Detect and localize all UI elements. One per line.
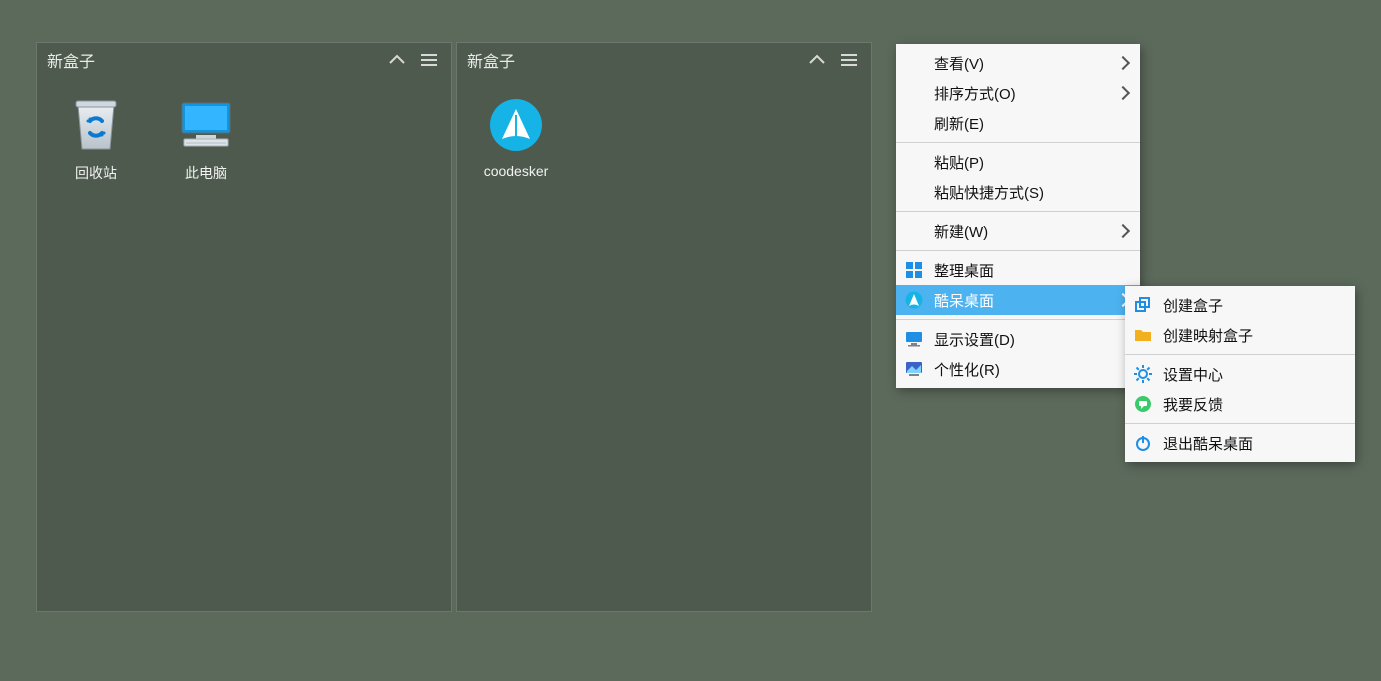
- desktop-box-2: 新盒子 coodesker: [456, 42, 872, 612]
- grid-icon: [904, 260, 924, 280]
- recycle-bin-icon: [66, 95, 126, 155]
- menu-label: 排序方式(O): [934, 83, 1118, 104]
- box1-body: 回收站 此电脑: [37, 77, 451, 205]
- coodesker-icon: [486, 95, 546, 155]
- icon-recycle-bin[interactable]: 回收站: [41, 87, 151, 195]
- menu-personalize[interactable]: 个性化(R): [896, 354, 1140, 384]
- gear-icon: [1133, 364, 1153, 384]
- menu-coodesker[interactable]: 酷呆桌面: [896, 285, 1140, 315]
- menu-icon[interactable]: [837, 48, 861, 72]
- icon-label: coodesker: [465, 163, 567, 179]
- box2-header[interactable]: 新盒子: [457, 43, 871, 77]
- menu-organize-desktop[interactable]: 整理桌面: [896, 255, 1140, 285]
- chevron-right-icon: [1116, 224, 1130, 238]
- menu-separator: [896, 250, 1140, 251]
- menu-label: 查看(V): [934, 53, 1118, 74]
- menu-view[interactable]: 查看(V): [896, 48, 1140, 78]
- menu-label: 个性化(R): [934, 359, 1130, 380]
- submenu-create-box[interactable]: 创建盒子: [1125, 290, 1355, 320]
- coodesker-small-icon: [904, 290, 924, 310]
- menu-paste[interactable]: 粘贴(P): [896, 147, 1140, 177]
- menu-label: 设置中心: [1163, 364, 1345, 385]
- menu-separator: [896, 142, 1140, 143]
- icon-label: 回收站: [45, 163, 147, 183]
- menu-label: 创建映射盒子: [1163, 325, 1345, 346]
- menu-label: 粘贴快捷方式(S): [934, 182, 1130, 203]
- personalize-icon: [904, 359, 924, 379]
- desktop-context-menu: 查看(V) 排序方式(O) 刷新(E) 粘贴(P) 粘贴快捷方式(S) 新建(W…: [896, 44, 1140, 388]
- power-icon: [1133, 433, 1153, 453]
- menu-sort[interactable]: 排序方式(O): [896, 78, 1140, 108]
- box1-title: 新盒子: [47, 48, 377, 72]
- menu-paste-shortcut[interactable]: 粘贴快捷方式(S): [896, 177, 1140, 207]
- icon-this-pc[interactable]: 此电脑: [151, 87, 261, 195]
- feedback-icon: [1133, 394, 1153, 414]
- menu-label: 刷新(E): [934, 113, 1130, 134]
- chevron-right-icon: [1116, 56, 1130, 70]
- folder-icon: [1133, 325, 1153, 345]
- menu-new[interactable]: 新建(W): [896, 216, 1140, 246]
- menu-label: 显示设置(D): [934, 329, 1130, 350]
- monitor-icon: [904, 329, 924, 349]
- coodesker-submenu: 创建盒子 创建映射盒子 设置中心 我要反馈 退出酷呆桌面: [1125, 286, 1355, 462]
- menu-separator: [896, 211, 1140, 212]
- menu-label: 整理桌面: [934, 260, 1130, 281]
- box2-title: 新盒子: [467, 48, 797, 72]
- box2-body: coodesker: [457, 77, 871, 201]
- desktop-box-1: 新盒子: [36, 42, 452, 612]
- box1-header[interactable]: 新盒子: [37, 43, 451, 77]
- this-pc-icon: [176, 95, 236, 155]
- menu-separator: [896, 319, 1140, 320]
- collapse-icon[interactable]: [805, 48, 829, 72]
- submenu-exit[interactable]: 退出酷呆桌面: [1125, 428, 1355, 458]
- submenu-feedback[interactable]: 我要反馈: [1125, 389, 1355, 419]
- menu-label: 新建(W): [934, 221, 1118, 242]
- menu-refresh[interactable]: 刷新(E): [896, 108, 1140, 138]
- icon-coodesker[interactable]: coodesker: [461, 87, 571, 191]
- icon-label: 此电脑: [155, 163, 257, 183]
- menu-label: 酷呆桌面: [934, 290, 1118, 311]
- menu-label: 粘贴(P): [934, 152, 1130, 173]
- chevron-right-icon: [1116, 86, 1130, 100]
- menu-separator: [1125, 423, 1355, 424]
- submenu-settings[interactable]: 设置中心: [1125, 359, 1355, 389]
- menu-icon[interactable]: [417, 48, 441, 72]
- submenu-create-mapped-box[interactable]: 创建映射盒子: [1125, 320, 1355, 350]
- menu-label: 创建盒子: [1163, 295, 1345, 316]
- menu-display-settings[interactable]: 显示设置(D): [896, 324, 1140, 354]
- menu-label: 我要反馈: [1163, 394, 1345, 415]
- menu-label: 退出酷呆桌面: [1163, 433, 1345, 454]
- menu-separator: [1125, 354, 1355, 355]
- collapse-icon[interactable]: [385, 48, 409, 72]
- create-box-icon: [1133, 295, 1153, 315]
